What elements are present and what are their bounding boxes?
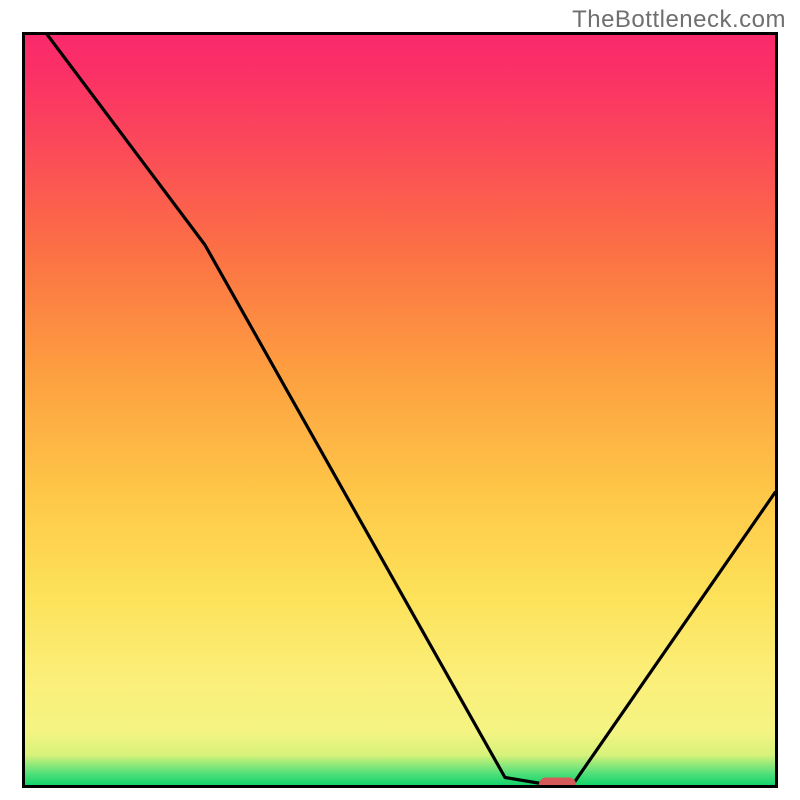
chart-svg [25, 35, 775, 785]
plot-area [22, 32, 778, 788]
stage: TheBottleneck.com [0, 0, 800, 800]
bottleneck-curve [48, 35, 776, 785]
operating-point-marker [539, 778, 577, 786]
watermark-text: TheBottleneck.com [572, 6, 786, 34]
plot-frame [22, 32, 778, 788]
